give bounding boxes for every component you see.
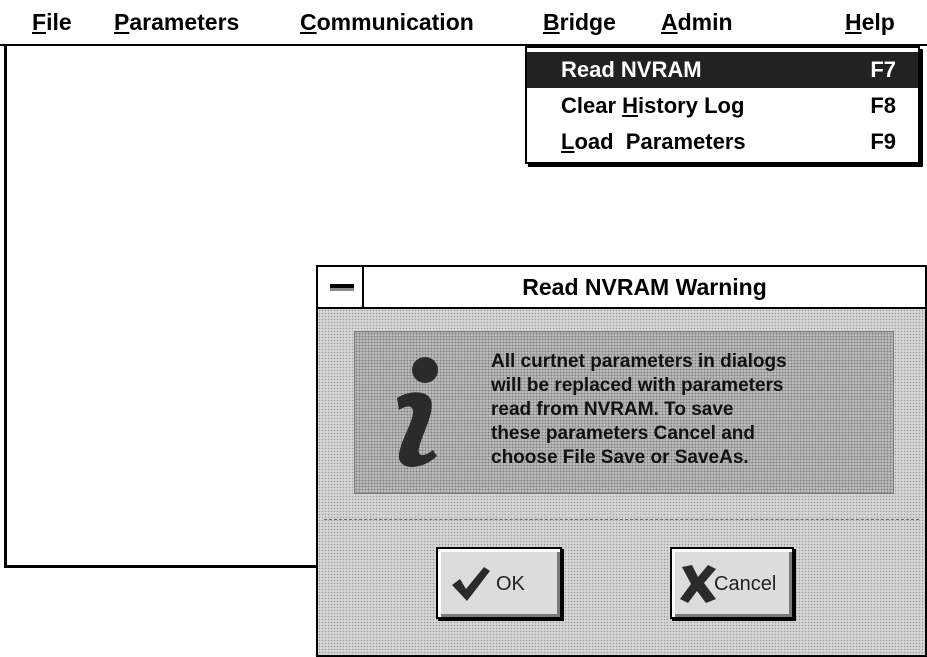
- cancel-x-icon: [680, 565, 716, 603]
- menu-parameters[interactable]: Parameters: [114, 8, 239, 36]
- checkmark-icon: [452, 567, 490, 601]
- cancel-button-label: Cancel: [714, 573, 777, 595]
- dialog-separator: [324, 519, 919, 520]
- warning-message: All curtnet parameters in dialogs will b…: [491, 351, 787, 468]
- menu-item-read-nvram[interactable]: Read NVRAM F7: [527, 52, 918, 88]
- ok-button-label: OK: [496, 573, 525, 595]
- menu-help[interactable]: Help: [845, 8, 895, 36]
- menu-communication[interactable]: Communication: [300, 8, 474, 36]
- warning-dialog: Read NVRAM Warning All curtnet parameter…: [316, 265, 927, 657]
- bridge-dropdown-menu: Read NVRAM F7 Clear History Log F8 Load …: [525, 46, 920, 164]
- shortcut-label: F7: [870, 57, 896, 82]
- shortcut-label: F8: [870, 93, 896, 118]
- message-panel: All curtnet parameters in dialogs will b…: [354, 331, 894, 494]
- menu-item-label: Read NVRAM: [561, 57, 702, 82]
- menu-bar: File Parameters Communication Bridge Adm…: [0, 0, 927, 46]
- shortcut-label: F9: [870, 129, 896, 154]
- menu-file[interactable]: File: [32, 8, 72, 36]
- menu-admin[interactable]: Admin: [661, 8, 733, 36]
- dialog-titlebar[interactable]: Read NVRAM Warning: [318, 267, 925, 309]
- menu-item-load-parameters[interactable]: Load Parameters F9: [527, 124, 918, 160]
- menu-item-label: oad Parameters: [574, 129, 746, 154]
- menu-item-clear-history-log[interactable]: Clear History Log F8: [527, 88, 918, 124]
- information-icon: [397, 357, 438, 467]
- cancel-button[interactable]: Cancel: [670, 547, 794, 619]
- dialog-title: Read NVRAM Warning: [522, 274, 767, 300]
- system-menu-icon[interactable]: [318, 267, 364, 307]
- menu-item-label: istory Log: [638, 93, 745, 118]
- ok-button[interactable]: OK: [436, 547, 562, 619]
- menu-bridge[interactable]: Bridge: [543, 8, 616, 36]
